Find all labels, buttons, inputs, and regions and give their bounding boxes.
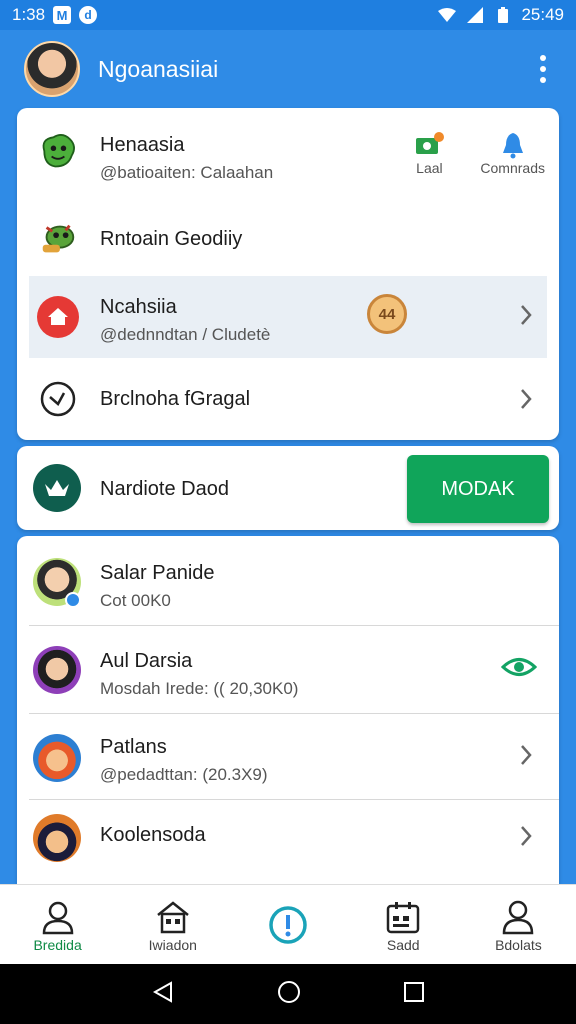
list-item[interactable]: Koolensoda [17, 800, 559, 888]
list-item[interactable]: Patlans @pedadttan: (20.3X9) [17, 714, 559, 802]
menu-row-brclnoha[interactable]: Brclnoha fGragal [17, 358, 559, 440]
nav-item-iwiadon[interactable]: Iwiadon [115, 885, 230, 964]
bell-icon [500, 130, 526, 160]
chevron-right-icon [519, 303, 533, 327]
main-menu-card: Henaasia @batioaiten: Calaahan Laal Comn… [17, 108, 559, 440]
nav-item-bredida[interactable]: Bredida [0, 885, 115, 964]
menu-dot [540, 55, 546, 61]
menu-dot [540, 66, 546, 72]
avatar [33, 734, 81, 782]
row-subtitle: @dednndtan / Cludetè [100, 325, 271, 344]
action-label: Laal [416, 160, 443, 176]
clock-icon [37, 378, 79, 420]
row-title: Brclnoha fGragal [100, 388, 251, 410]
camera-icon [414, 130, 445, 160]
app-title: Ngoanasiiai [98, 55, 219, 82]
recents-icon[interactable] [403, 981, 425, 1008]
calendar-icon [385, 897, 421, 937]
contact-detail: Cot 00K0 [100, 591, 171, 610]
count-badge: 44 [367, 294, 407, 334]
avatar [33, 814, 81, 862]
profile-avatar[interactable] [24, 41, 80, 97]
action-comnrads[interactable]: Comnrads [480, 130, 545, 176]
crown-badge-icon [33, 464, 81, 512]
back-icon[interactable] [151, 980, 175, 1009]
nav-label: Sadd [386, 936, 420, 953]
status-right-time: 25:49 [521, 5, 564, 24]
row-title: Henaasia [100, 134, 185, 156]
list-item[interactable]: Salar Panide Cot 00K0 [17, 536, 559, 624]
bug-character-icon [37, 218, 79, 260]
app-notification-icon: d [79, 6, 98, 24]
card-title: Nardiote Daod [100, 478, 229, 500]
battery-icon [493, 6, 513, 24]
person-icon [41, 897, 75, 937]
action-label: Comnrads [480, 160, 545, 176]
chevron-right-icon [519, 743, 533, 767]
signal-icon [465, 6, 485, 24]
green-monster-icon [37, 130, 79, 172]
profile-icon [501, 897, 535, 937]
chevron-right-icon [519, 824, 533, 848]
bottom-navigation: Bredida Iwiadon Sadd Bdolats [0, 884, 576, 964]
mail-notification-icon: M [53, 6, 72, 24]
nav-item-sadd[interactable]: Sadd [346, 885, 461, 964]
contact-name: Aul Darsia [100, 650, 193, 672]
info-icon [268, 905, 308, 945]
menu-row-rntoain[interactable]: Rntoain Geodiiy [17, 198, 559, 280]
nav-label: Bdolats [495, 936, 542, 953]
modak-button[interactable]: MODAK [407, 455, 549, 523]
nav-label: Bredida [33, 936, 82, 953]
contact-detail: Mosdah Irede: (( 20,30K0) [100, 679, 299, 698]
home-button-icon[interactable] [276, 979, 302, 1010]
contact-name: Salar Panide [100, 562, 215, 584]
contact-name: Koolensoda [100, 824, 206, 846]
menu-row-ncahsiia[interactable]: Ncahsiia @dednndtan / Cludetè 44 [29, 276, 547, 358]
action-card: Nardiote Daod MODAK [17, 446, 559, 530]
status-time: 1:38 [12, 5, 46, 24]
app-bar: Ngoanasiiai [0, 30, 576, 108]
wifi-icon [437, 6, 457, 24]
avatar [33, 646, 81, 694]
action-laal[interactable]: Laal [414, 130, 445, 176]
nav-label: Iwiadon [148, 936, 197, 953]
row-title: Rntoain Geodiiy [100, 228, 243, 250]
contact-list: Salar Panide Cot 00K0 Aul Darsia Mosdah … [17, 536, 559, 886]
menu-dot [540, 77, 546, 83]
home-alert-icon [37, 296, 79, 338]
home-icon [155, 897, 191, 937]
row-title: Ncahsiia [100, 296, 177, 318]
system-nav-bar [0, 964, 576, 1024]
chevron-right-icon [519, 387, 533, 411]
nav-item-center[interactable] [230, 885, 345, 964]
overflow-menu-button[interactable] [534, 51, 552, 87]
contact-name: Patlans [100, 736, 167, 758]
row-subtitle: @batioaiten: Calaahan [100, 163, 274, 182]
online-status-icon [65, 592, 81, 608]
status-bar: 1:38 M d 25:49 [0, 0, 576, 30]
nav-item-bdolats[interactable]: Bdolats [461, 885, 576, 964]
list-item[interactable]: Aul Darsia Mosdah Irede: (( 20,30K0) [17, 626, 559, 714]
eye-icon[interactable] [500, 654, 538, 685]
menu-row-henaasia[interactable]: Henaasia @batioaiten: Calaahan Laal Comn… [17, 108, 559, 198]
contact-detail: @pedadttan: (20.3X9) [100, 765, 268, 784]
